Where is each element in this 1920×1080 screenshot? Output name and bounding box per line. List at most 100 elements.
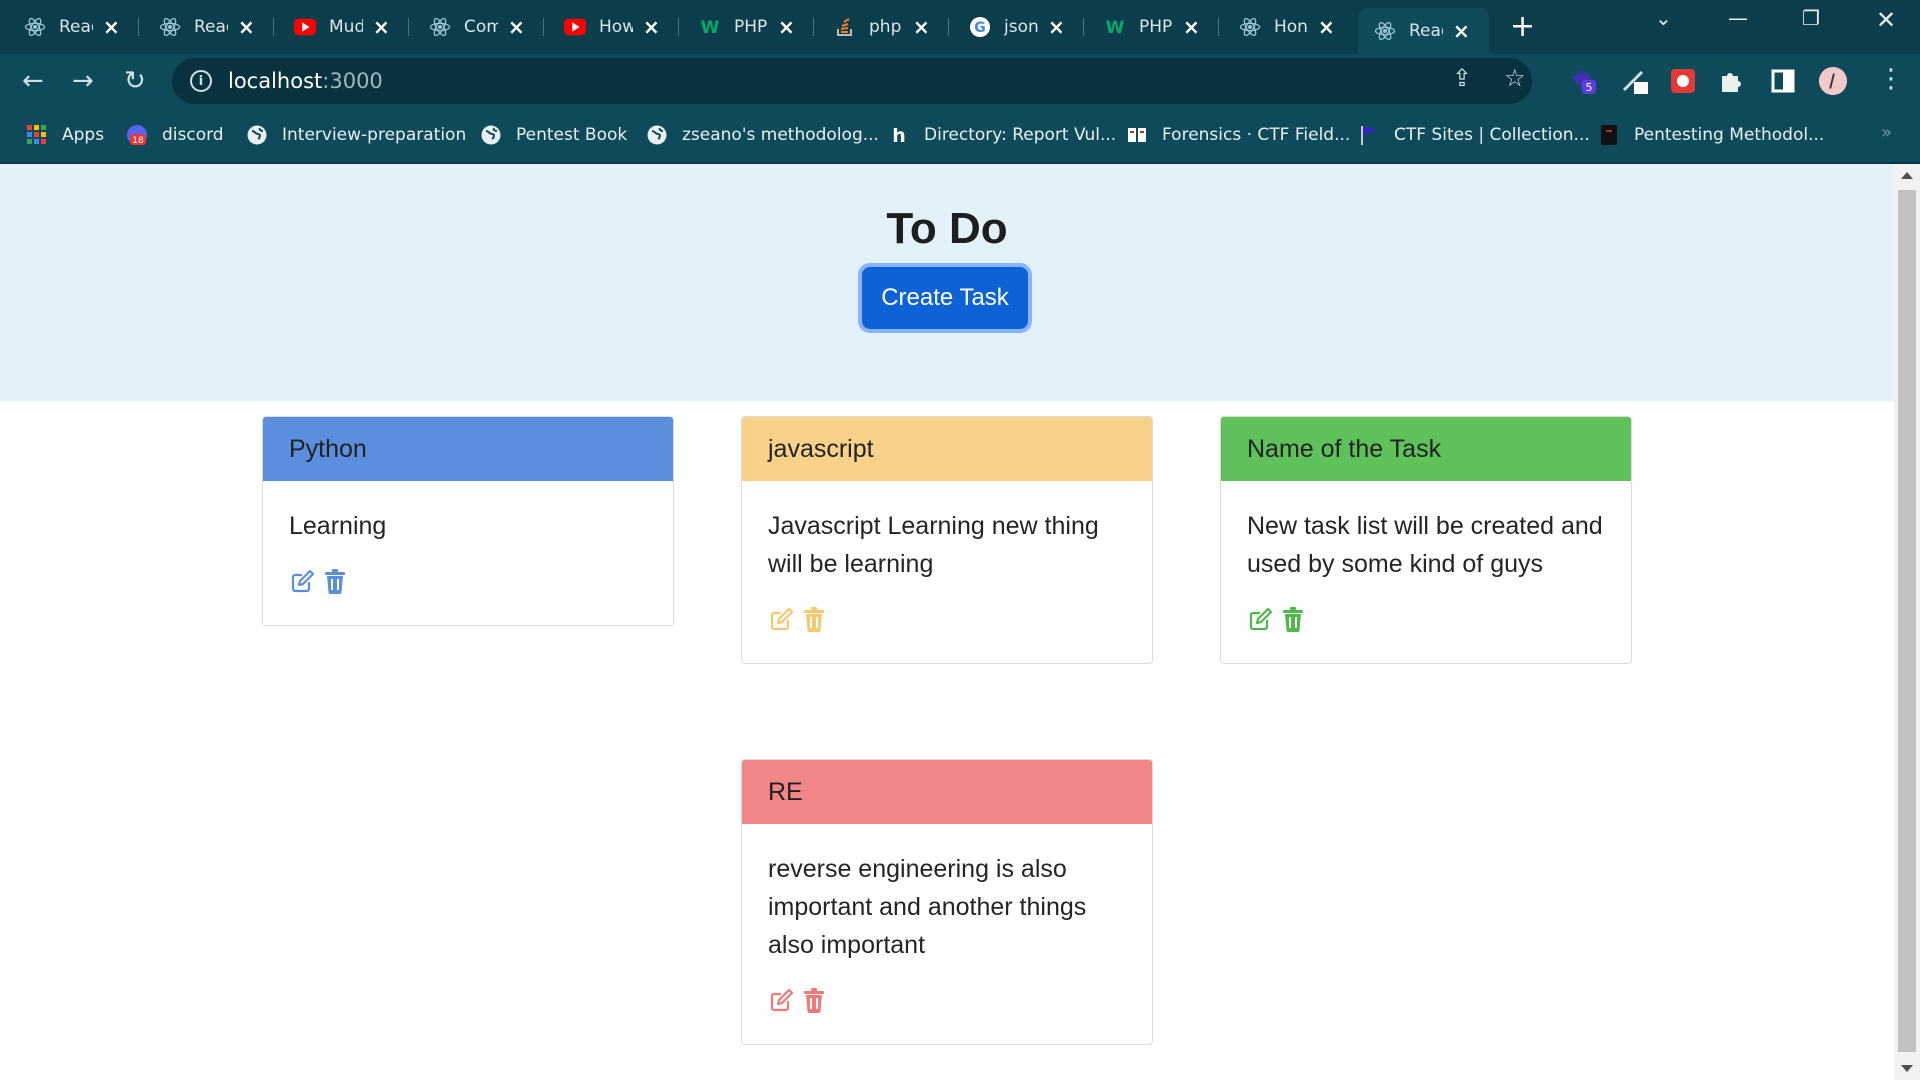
w3schools-icon: W [1104,16,1126,38]
browser-tab[interactable]: Mud × [278,8,409,46]
tab-title: Hon [1274,17,1308,37]
browser-tab[interactable]: Gjson × [953,8,1084,46]
bookmark-item[interactable]: Apps [26,120,104,150]
tab-title: Mud [329,17,363,37]
bookmark-item[interactable]: zseano's methodolog... [646,120,879,150]
bookmark-item[interactable]: Pentesting Methodol... [1598,120,1824,150]
task-name: RE [768,777,803,806]
tab-title: php [869,17,902,37]
bookmark-item[interactable]: Pentest Book [480,120,627,150]
globe-icon [646,124,668,146]
tab-search-icon[interactable]: ⌄ [1655,6,1672,30]
side-panel-icon[interactable] [1768,66,1798,96]
scroll-down-icon[interactable] [1901,1065,1913,1072]
tab-close-icon[interactable]: × [238,17,255,37]
task-card: Name of the Task New task list will be cr… [1220,416,1632,664]
page-scrollbar[interactable] [1894,164,1920,1080]
hackerone-icon: h [888,124,910,146]
trash-icon[interactable] [321,567,349,595]
tab-title: Reac [1409,21,1443,41]
tab-close-icon[interactable]: × [1318,17,1335,37]
edit-icon[interactable] [768,986,796,1014]
bookmark-label: Apps [62,125,105,145]
browser-tab[interactable]: php × [818,8,949,46]
minimize-icon[interactable]: — [1728,6,1748,30]
tab-close-icon[interactable]: × [643,17,660,37]
extension-badge-icon[interactable]: 5 [1568,66,1598,96]
scroll-up-icon[interactable] [1901,172,1913,179]
book-icon [1126,124,1148,146]
browser-tab[interactable]: React × [143,8,274,46]
tab-close-icon[interactable]: × [1183,17,1200,37]
task-name: javascript [768,434,874,463]
trash-icon[interactable] [1279,605,1307,633]
task-card-header: Name of the Task [1221,417,1631,481]
edit-icon[interactable] [768,605,796,633]
reload-icon[interactable]: ↻ [124,66,146,96]
tab-title: React [194,17,228,37]
site-info-icon[interactable]: i [190,70,212,92]
browser-tab[interactable]: How × [548,8,679,46]
page-title: To Do [886,204,1008,253]
close-window-icon[interactable]: ✕ [1876,6,1896,34]
browser-tab[interactable]: W PHP × [683,8,814,46]
trash-icon[interactable] [800,986,828,1014]
trash-icon[interactable] [800,605,828,633]
bookmark-star-icon[interactable]: ☆ [1504,64,1526,92]
pen-tool-icon[interactable] [1620,66,1650,96]
extensions-puzzle-icon[interactable] [1716,66,1746,96]
bookmark-item[interactable]: CTF Sites | Collection... [1358,120,1590,150]
youtube-icon [294,16,316,38]
bookmark-item[interactable]: Forensics · CTF Field... [1126,120,1350,150]
tab-close-icon[interactable]: × [103,17,120,37]
youtube-icon [564,16,586,38]
bookmark-label: Interview-preparation [282,125,467,145]
more-bookmarks-icon[interactable]: » [1881,122,1892,143]
tab-title: Com [464,17,498,37]
discord-icon: 18 [126,124,148,146]
svg-text:W: W [1106,18,1125,38]
bookmark-label: CTF Sites | Collection... [1394,125,1590,145]
svg-text:5: 5 [1586,81,1593,94]
bookmark-label: Pentest Book [516,125,628,145]
menu-kebab-icon[interactable]: ⋮ [1878,64,1904,94]
address-bar[interactable]: i localhost:3000 [172,58,1532,104]
globe-icon [480,124,502,146]
bookmark-label: Directory: Report Vul... [924,125,1117,145]
edit-icon[interactable] [1247,605,1275,633]
tab-close-icon[interactable]: × [778,17,795,37]
scrollbar-thumb[interactable] [1898,190,1916,1052]
forward-icon[interactable]: → [72,66,94,96]
bookmark-item[interactable]: h Directory: Report Vul... [888,120,1116,150]
task-card: javascript Javascript Learning new thing … [741,416,1153,664]
restore-icon[interactable]: ❐ [1802,6,1820,30]
task-description: New task list will be created and used b… [1247,512,1603,578]
profile-avatar[interactable] [1818,66,1848,96]
url-text[interactable]: localhost:3000 [228,69,383,93]
flag-icon [1358,124,1380,146]
tab-close-icon[interactable]: × [1453,21,1470,41]
tab-close-icon[interactable]: × [1048,17,1065,37]
browser-tab[interactable]: Com × [413,8,544,46]
browser-tab[interactable]: W PHP × [1088,8,1219,46]
edit-icon[interactable] [289,567,317,595]
bug-extension-icon[interactable] [1668,66,1698,96]
svg-text:18: 18 [132,136,144,146]
task-card-header: javascript [742,417,1152,481]
task-description: reverse engineering is also important an… [768,855,1087,959]
browser-tab[interactable]: Reac × [1358,8,1489,54]
back-icon[interactable]: ← [22,66,44,96]
create-task-button[interactable]: Create Task [862,267,1028,329]
tab-close-icon[interactable]: × [913,17,930,37]
tab-close-icon[interactable]: × [373,17,390,37]
browser-tab[interactable]: React × [8,8,139,46]
tab-title: React [59,17,93,37]
bookmark-item[interactable]: 18 discord [126,120,224,150]
bookmark-item[interactable]: Interview-preparation [246,120,466,150]
tab-close-icon[interactable]: × [508,17,525,37]
new-tab-button[interactable]: + [1510,10,1535,44]
task-name: Python [289,434,367,463]
share-icon[interactable]: ⇪ [1452,64,1472,92]
task-card-body: Learning [263,481,673,625]
browser-tab[interactable]: Hon × [1223,8,1354,46]
